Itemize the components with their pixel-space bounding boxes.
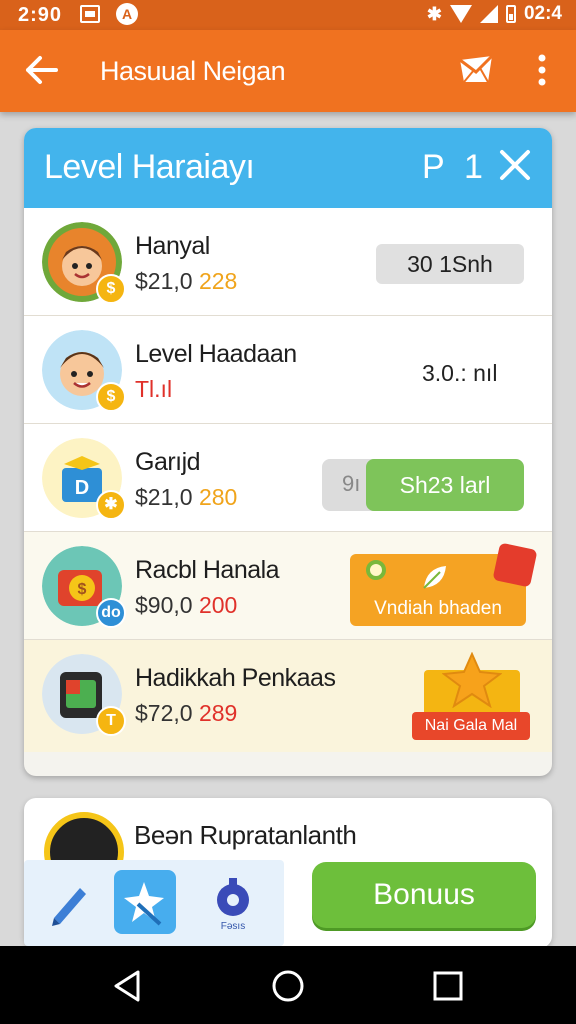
action-label: Vndiah bhaden	[374, 598, 502, 619]
list-item[interactable]: $ do Racbl Hanala $90,0 200 Vndiah bhade…	[24, 532, 552, 640]
coin-badge: $	[96, 382, 126, 412]
status-bar: 2:90 A ✱ 02:4	[0, 0, 576, 30]
star-icon	[442, 652, 502, 708]
level-list: $ Hanyal $21,0 228 30 1Snh $ Level Haada…	[24, 208, 552, 752]
recents-square-icon[interactable]	[430, 968, 466, 1004]
tab-settings[interactable]: Fəsıs	[202, 870, 264, 934]
header-count: 1	[464, 148, 483, 186]
item-action-button[interactable]: 9ı Sh23 larl	[322, 459, 524, 511]
card-header: Level Haraiayı P 1	[24, 128, 552, 208]
flower-icon	[366, 560, 386, 580]
sparkle-wand-icon	[124, 882, 164, 926]
card-title: Level Haraiayı	[44, 148, 255, 186]
action-label: Sh23 larl	[366, 459, 524, 511]
system-nav-bar	[0, 946, 576, 1024]
item-action-button[interactable]: Nai Gala Mal	[412, 652, 530, 740]
svg-text:D: D	[75, 477, 89, 499]
item-price: $72,0 289	[135, 700, 238, 726]
home-circle-icon[interactable]	[270, 968, 306, 1004]
avatar: D ✱	[42, 438, 126, 520]
back-triangle-icon[interactable]	[110, 968, 146, 1004]
more-vert-icon[interactable]	[526, 50, 558, 90]
item-price: $90,0 200	[135, 592, 238, 618]
item-price: $21,0 228	[135, 268, 238, 294]
item-name: Level Haadaan	[135, 340, 297, 368]
avatar: T	[42, 654, 126, 736]
item-name: Hadikkah Penkaas	[135, 664, 336, 692]
item-value: 3.0.: nıl	[422, 360, 498, 386]
action-label: Nai Gala Mal	[412, 712, 530, 740]
item-name: Beən Rupratanlanth	[134, 820, 357, 850]
item-name: Hanyal	[135, 232, 210, 260]
bonus-button[interactable]: Bonuus	[312, 862, 536, 928]
list-item[interactable]: $ Level Haadaan Tl.ıl 3.0.: nıl	[24, 316, 552, 424]
item-name: Racbl Hanala	[135, 556, 280, 584]
tab-magic[interactable]	[114, 870, 176, 934]
avatar: $	[42, 330, 126, 412]
list-item[interactable]: T Hadikkah Penkaas $72,0 289 Nai Gala Ma…	[24, 640, 552, 752]
avatar: $ do	[42, 546, 126, 628]
app-title: Hasuual Neigan	[100, 56, 286, 86]
level-card: Level Haraiayı P 1 $ Hanyal $21,0 228 30…	[24, 128, 552, 776]
coin-badge: do	[96, 598, 126, 628]
list-item[interactable]: $ Hanyal $21,0 228 30 1Snh	[24, 208, 552, 316]
coin-badge: ✱	[96, 490, 126, 520]
item-action-button[interactable]: 30 1Snh	[376, 244, 524, 284]
pencil-icon	[52, 888, 86, 926]
close-icon[interactable]	[498, 148, 532, 182]
item-price: Tl.ıl	[135, 376, 173, 402]
svg-text:$: $	[78, 581, 87, 598]
arrow-left-icon[interactable]	[22, 50, 62, 90]
item-name: Garıjd	[135, 448, 201, 476]
tab-edit[interactable]	[38, 870, 100, 934]
coin-badge: $	[96, 274, 126, 304]
status-right: ✱ 02:4	[427, 3, 562, 25]
coin-badge: T	[96, 706, 126, 736]
item-action-button[interactable]: Vndiah bhaden	[350, 542, 538, 626]
mail-icon[interactable]	[458, 52, 494, 88]
item-price: $21,0 280	[135, 484, 238, 510]
status-time: 2:90	[18, 4, 63, 26]
notification-icon: A	[116, 3, 138, 25]
battery-icon	[505, 5, 516, 23]
bluetooth-icon: ✱	[426, 3, 442, 24]
message-icon	[80, 5, 100, 23]
tab-label: Fəsıs	[220, 921, 246, 932]
ghost-label: 9ı	[342, 471, 361, 496]
header-p-label[interactable]: P	[422, 148, 445, 187]
tool-tabs: Fəsıs	[24, 860, 284, 946]
app-bar: Hasuual Neigan	[0, 30, 576, 112]
gift-icon	[492, 542, 538, 588]
avatar: $	[42, 222, 126, 304]
signal-icon	[479, 5, 498, 23]
list-item[interactable]: D ✱ Garıjd $21,0 280 9ı Sh23 larl	[24, 424, 552, 532]
leaf-icon	[423, 566, 446, 589]
wifi-icon	[449, 5, 472, 23]
status-clock: 02:4	[523, 3, 562, 24]
